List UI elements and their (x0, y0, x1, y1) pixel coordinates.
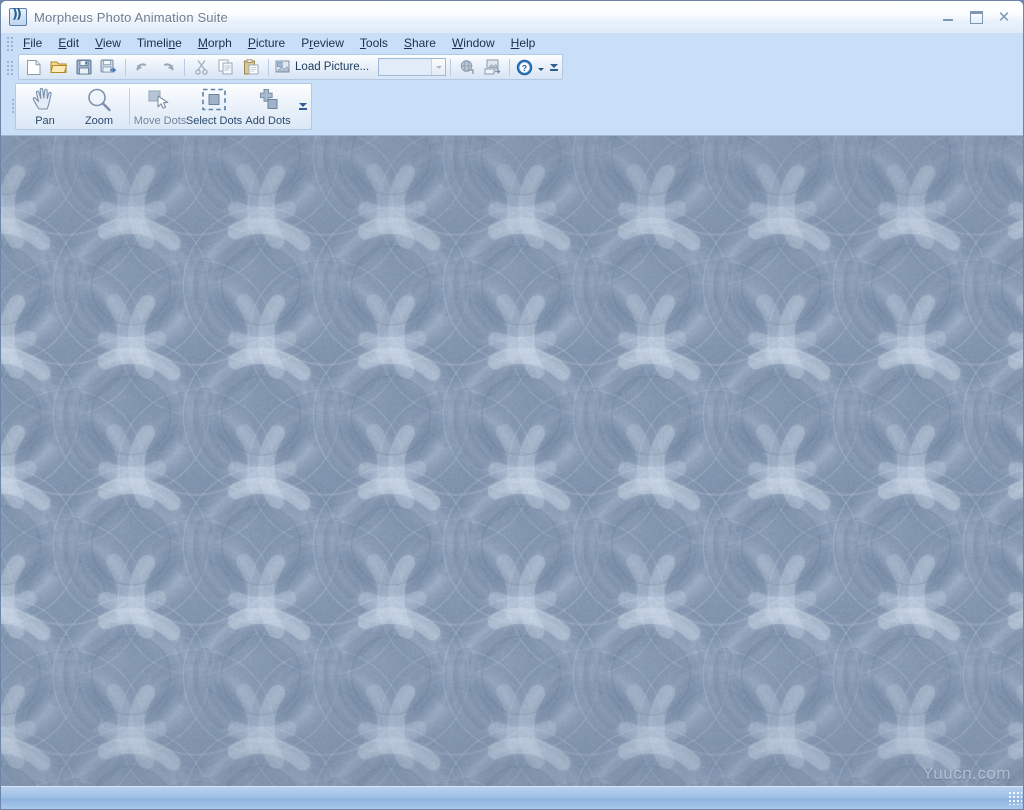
move-dots-tool-button[interactable]: Move Dots (133, 84, 187, 129)
add-dots-tool-label: Add Dots (245, 115, 290, 127)
select-dots-tool-label: Select Dots (186, 115, 242, 127)
window-title: Morpheus Photo Animation Suite (34, 10, 228, 25)
menu-item-window[interactable]: Window (444, 34, 503, 52)
app-icon (9, 8, 27, 26)
add-dots-tool-button[interactable]: Add Dots (241, 84, 295, 129)
resize-grip[interactable] (1008, 791, 1022, 805)
minimize-button[interactable] (935, 6, 961, 28)
new-icon[interactable] (22, 56, 45, 78)
menu-item-timeline[interactable]: Timeline (129, 34, 190, 52)
close-button[interactable]: ✕ (991, 6, 1017, 28)
pan-tool-button[interactable]: Pan (18, 84, 72, 129)
help-chevron-down-icon[interactable] (538, 68, 544, 71)
web-preview-icon[interactable] (456, 56, 479, 78)
toolbar-separator (125, 59, 126, 76)
application-window: Morpheus Photo Animation Suite ✕ FileEdi… (0, 0, 1024, 810)
redo-icon[interactable] (156, 56, 179, 78)
menu-bar: File Edit View Timeline Morph Picture Preview T… (1, 33, 1024, 53)
add-dots-icon (254, 87, 282, 113)
tools-toolbar-panel: Pan Zoom Move Dots Select Dots Add Dots (15, 83, 312, 130)
menu-item-preview[interactable]: Preview (293, 34, 352, 52)
toolbar-separator (268, 59, 269, 76)
help-button[interactable]: ? (514, 56, 546, 78)
canvas-pattern-background (1, 136, 1024, 788)
cut-icon[interactable] (190, 56, 213, 78)
menu-item-share[interactable]: Share (396, 34, 444, 52)
pan-tool-label: Pan (35, 115, 55, 127)
toolbar-separator (509, 59, 510, 76)
title-bar: Morpheus Photo Animation Suite ✕ (1, 1, 1024, 33)
toolbar-drag-handle[interactable] (5, 59, 13, 75)
menu-item-morph[interactable]: Morph (190, 34, 240, 52)
load-picture-label: Load Picture... (295, 61, 369, 73)
tools-overflow-button[interactable] (297, 95, 309, 119)
toolbar-separator (450, 59, 451, 76)
copy-icon[interactable] (215, 56, 238, 78)
menu-item-file[interactable]: File (15, 34, 50, 52)
tools-separator (129, 88, 130, 125)
status-bar (1, 786, 1024, 809)
select-dots-icon (200, 87, 228, 113)
svg-text:?: ? (522, 63, 527, 73)
hand-icon (30, 87, 60, 113)
save-as-icon[interactable] (97, 56, 120, 78)
zoom-tool-button[interactable]: Zoom (72, 84, 126, 129)
move-dots-icon (146, 87, 174, 113)
picture-select-combo[interactable] (378, 58, 446, 76)
toolbar-separator (184, 59, 185, 76)
export-icon[interactable] (481, 56, 504, 78)
help-icon: ? (516, 59, 533, 76)
menu-item-picture[interactable]: Picture (240, 34, 293, 52)
image-canvas[interactable]: Yuucn.com (1, 135, 1024, 788)
load-picture-button[interactable]: Load Picture... (273, 56, 374, 78)
toolbar-overflow-button[interactable] (548, 55, 560, 79)
chevron-down-icon[interactable] (431, 59, 445, 75)
menu-item-edit[interactable]: Edit (50, 34, 87, 52)
save-icon[interactable] (72, 56, 95, 78)
open-icon[interactable] (47, 56, 70, 78)
paste-icon[interactable] (240, 56, 263, 78)
menu-item-help[interactable]: Help (503, 34, 544, 52)
move-dots-tool-label: Move Dots (134, 115, 187, 127)
menu-item-tools[interactable]: Tools (352, 34, 396, 52)
zoom-tool-label: Zoom (85, 115, 113, 127)
picture-icon (275, 59, 292, 75)
maximize-button[interactable] (963, 6, 989, 28)
standard-toolbar-panel: Load Picture... ? (18, 54, 563, 80)
undo-icon[interactable] (131, 56, 154, 78)
select-dots-tool-button[interactable]: Select Dots (187, 84, 241, 129)
tools-toolbar: Pan Zoom Move Dots Select Dots Add Dots (1, 81, 1024, 135)
magnifier-icon (85, 87, 113, 113)
standard-toolbar: Load Picture... ? (1, 53, 1024, 81)
window-controls: ✕ (933, 1, 1024, 33)
menu-drag-handle[interactable] (5, 35, 13, 51)
menu-item-view[interactable]: View (87, 34, 129, 52)
